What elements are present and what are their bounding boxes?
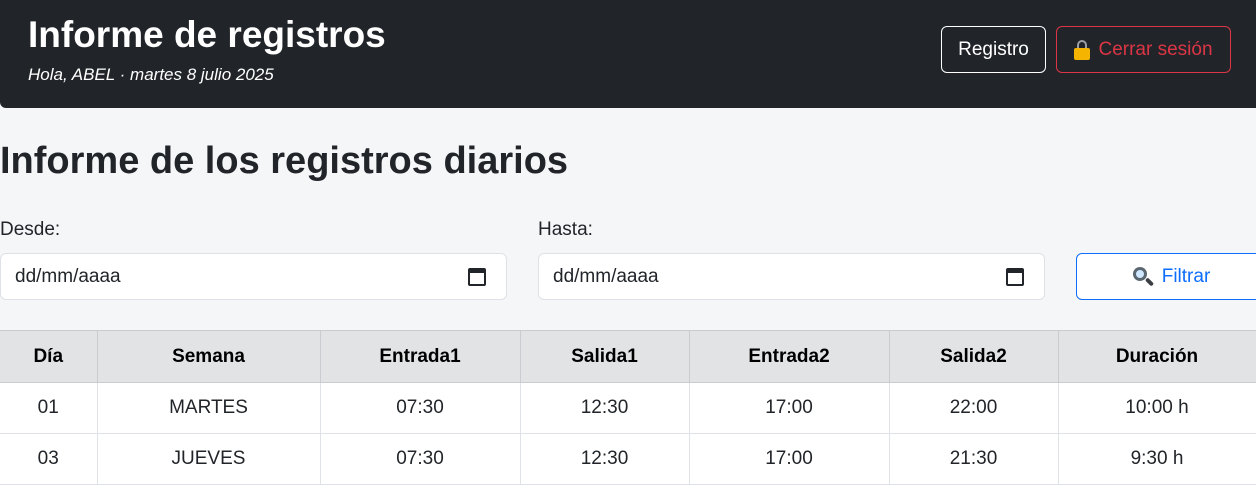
- from-date-input[interactable]: dd/mm/aaaa: [0, 253, 507, 300]
- filter-button-label: Filtrar: [1161, 265, 1211, 287]
- top-header: Informe de registros Hola, ABEL · martes…: [0, 0, 1256, 108]
- to-label: Hasta:: [538, 219, 593, 240]
- cell-entrada1: 07:30: [320, 433, 521, 485]
- column-header-salida1[interactable]: Salida1: [520, 330, 690, 383]
- from-label: Desde:: [0, 219, 61, 240]
- registro-button[interactable]: Registro: [941, 26, 1046, 73]
- from-date-value: dd/mm/aaaa: [15, 265, 121, 287]
- to-date-input[interactable]: dd/mm/aaaa: [538, 253, 1045, 300]
- cell-duracion: 10:00 h: [1058, 382, 1256, 434]
- filter-button[interactable]: Filtrar: [1076, 253, 1256, 300]
- column-header-salida2[interactable]: Salida2: [889, 330, 1059, 383]
- cell-duracion: 9:30 h: [1058, 433, 1256, 485]
- logout-button[interactable]: Cerrar sesión: [1056, 26, 1231, 73]
- cell-salida1: 12:30: [520, 382, 690, 434]
- greeting-date: Hola, ABEL · martes 8 julio 2025: [28, 65, 274, 84]
- calendar-icon[interactable]: [1006, 268, 1024, 286]
- cell-semana: JUEVES: [97, 433, 321, 485]
- column-header-semana[interactable]: Semana: [97, 330, 321, 383]
- column-header-entrada1[interactable]: Entrada1: [320, 330, 521, 383]
- column-header-duracion[interactable]: Duración: [1058, 330, 1256, 383]
- registro-button-label: Registro: [958, 38, 1029, 60]
- column-header-entrada2[interactable]: Entrada2: [689, 330, 890, 383]
- magnifier-icon: [1132, 266, 1154, 288]
- app-title: Informe de registros: [28, 14, 386, 55]
- cell-salida2: 21:30: [889, 433, 1059, 485]
- logout-button-label: Cerrar sesión: [1098, 38, 1213, 60]
- cell-dia: 01: [0, 382, 98, 434]
- cell-dia: 03: [0, 433, 98, 485]
- page-title: Informe de los registros diarios: [0, 140, 569, 182]
- column-header-dia[interactable]: Día: [0, 330, 98, 383]
- to-date-value: dd/mm/aaaa: [553, 265, 659, 287]
- table-row: 01 MARTES 07:30 12:30 17:00 22:00 10:00 …: [0, 382, 1256, 434]
- cell-salida2: 22:00: [889, 382, 1059, 434]
- cell-entrada2: 17:00: [689, 382, 890, 434]
- cell-entrada1: 07:30: [320, 382, 521, 434]
- cell-salida1: 12:30: [520, 433, 690, 485]
- lock-icon: [1074, 39, 1091, 60]
- table-row: 03 JUEVES 07:30 12:30 17:00 21:30 9:30 h: [0, 433, 1256, 485]
- table-header-row: Día Semana Entrada1 Salida1 Entrada2 Sal…: [0, 330, 1256, 383]
- records-table: Día Semana Entrada1 Salida1 Entrada2 Sal…: [0, 330, 1256, 485]
- cell-entrada2: 17:00: [689, 433, 890, 485]
- cell-semana: MARTES: [97, 382, 321, 434]
- calendar-icon[interactable]: [468, 268, 486, 286]
